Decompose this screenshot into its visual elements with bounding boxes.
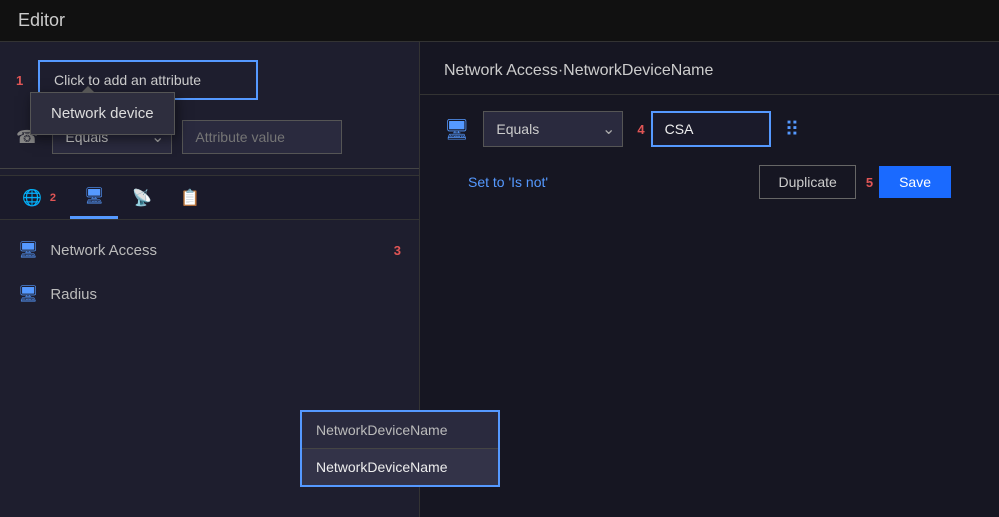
separator xyxy=(0,168,419,169)
page-title: Editor xyxy=(0,0,999,42)
step-5-badge: 5 xyxy=(866,175,873,190)
right-equals-select[interactable]: Equals xyxy=(483,111,623,147)
doc-icon: 📋 xyxy=(180,188,200,208)
grid-icon[interactable]: ⠿ xyxy=(785,117,800,142)
save-button[interactable]: Save xyxy=(879,166,951,198)
tab-globe-badge: 2 xyxy=(50,192,56,204)
bottom-actions: Set to 'Is not' Duplicate 5 Save xyxy=(444,165,975,199)
tab-globe[interactable]: 🌐 2 xyxy=(8,178,70,218)
monitor-icon: 🖥 xyxy=(84,186,104,206)
duplicate-button[interactable]: Duplicate xyxy=(759,165,855,199)
network-device-dropdown: NetworkDeviceName NetworkDeviceName xyxy=(300,410,500,487)
attribute-value-input[interactable] xyxy=(182,120,342,154)
action-buttons: Duplicate 5 Save xyxy=(759,165,951,199)
editor-container: Editor 1 Click to add an attribute ☎ Equ… xyxy=(0,0,999,517)
right-equals-row: 🖥 Equals 4 ⠿ xyxy=(444,111,975,147)
set-is-not-link[interactable]: Set to 'Is not' xyxy=(468,174,548,190)
step-1-badge: 1 xyxy=(16,73,30,88)
csa-input[interactable] xyxy=(651,111,771,147)
step-3-badge: 3 xyxy=(394,243,401,258)
tooltip-text: Network device xyxy=(51,105,154,122)
dropdown-header: NetworkDeviceName xyxy=(302,412,498,449)
right-content: 🖥 Equals 4 ⠿ Set to 'Is not' xyxy=(420,95,999,215)
network-access-label: Network Access xyxy=(50,242,157,259)
save-btn-wrapper: 5 Save xyxy=(866,166,951,198)
tab-network[interactable]: 📡 xyxy=(118,178,166,218)
monitor-icon-right: 🖥 xyxy=(444,117,469,142)
tab-bar: 🌐 2 🖥 📡 📋 xyxy=(0,175,419,220)
right-header-text: Network Access·NetworkDeviceName xyxy=(444,62,713,79)
main-container: 1 Click to add an attribute ☎ Equals 🌐 2 xyxy=(0,42,999,517)
step-4-badge: 4 xyxy=(637,122,644,137)
globe-icon: 🌐 xyxy=(22,188,42,208)
right-equals-wrapper: Equals xyxy=(483,111,623,147)
right-panel: Network Access·NetworkDeviceName 🖥 Equal… xyxy=(420,42,999,517)
network-access-icon: 🖥 xyxy=(18,240,38,260)
left-panel: 1 Click to add an attribute ☎ Equals 🌐 2 xyxy=(0,42,420,517)
list-item-network-access[interactable]: 🖥 Network Access 3 xyxy=(0,228,419,272)
tab-doc[interactable]: 📋 xyxy=(166,178,214,218)
radius-label: Radius xyxy=(50,286,97,303)
list-item-radius[interactable]: 🖥 Radius xyxy=(0,272,419,316)
tab-monitor[interactable]: 🖥 xyxy=(70,176,118,219)
dropdown-item-networkdevicename[interactable]: NetworkDeviceName xyxy=(302,449,498,485)
right-header: Network Access·NetworkDeviceName xyxy=(420,42,999,95)
network-device-tooltip: Network device xyxy=(30,92,175,135)
value-input-wrapper: 4 xyxy=(637,111,770,147)
radius-icon: 🖥 xyxy=(18,284,38,304)
network-icon: 📡 xyxy=(132,188,152,208)
